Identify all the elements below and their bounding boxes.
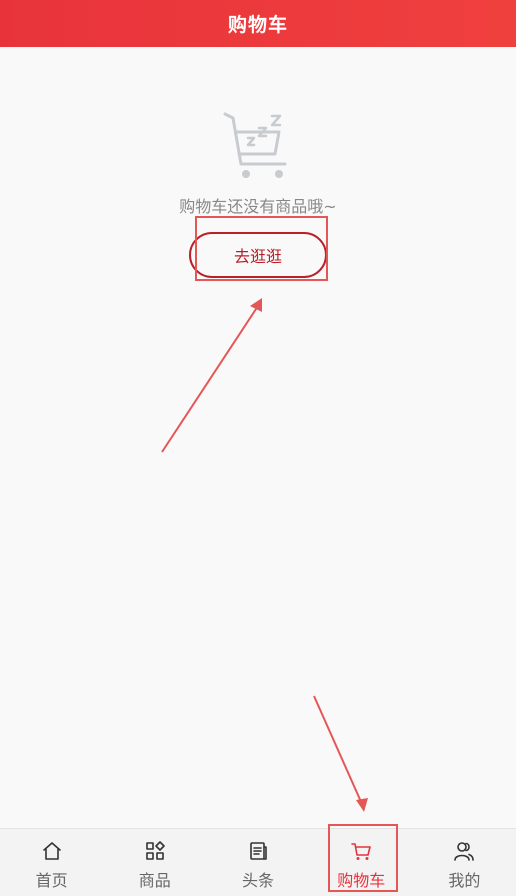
empty-cart-sleeping-icon (223, 112, 287, 178)
news-icon (250, 842, 267, 860)
tab-label-cart: 购物车 (337, 871, 386, 890)
tab-label-products: 商品 (138, 871, 171, 890)
tab-label-home: 首页 (35, 871, 68, 890)
arrow-to-cart-tab (313, 695, 363, 805)
tab-news[interactable]: 头条 (206, 829, 309, 896)
tab-home[interactable]: 首页 (0, 829, 103, 896)
arrow-to-button (161, 305, 259, 453)
tab-label-news: 头条 (242, 871, 275, 890)
arrowhead-cart-tab (356, 798, 368, 812)
page-title: 购物车 (227, 14, 288, 36)
tab-profile[interactable]: 我的 (413, 829, 516, 896)
go-shopping-button[interactable]: 去逛逛 (189, 232, 327, 278)
home-icon (42, 842, 61, 860)
tab-products[interactable]: 商品 (103, 829, 206, 896)
cart-icon (351, 843, 372, 860)
bottom-tab-bar: 首页 商品 头条 购物车 我的 (0, 828, 516, 896)
header-bar: 购物车 (0, 0, 516, 47)
user-icon (454, 842, 475, 861)
tab-label-profile: 我的 (448, 871, 481, 890)
arrowhead-button (250, 298, 262, 312)
category-grid-icon (145, 841, 165, 860)
empty-cart-message: 购物车还没有商品哦~ (179, 197, 337, 216)
tab-cart[interactable]: 购物车 (310, 829, 413, 896)
